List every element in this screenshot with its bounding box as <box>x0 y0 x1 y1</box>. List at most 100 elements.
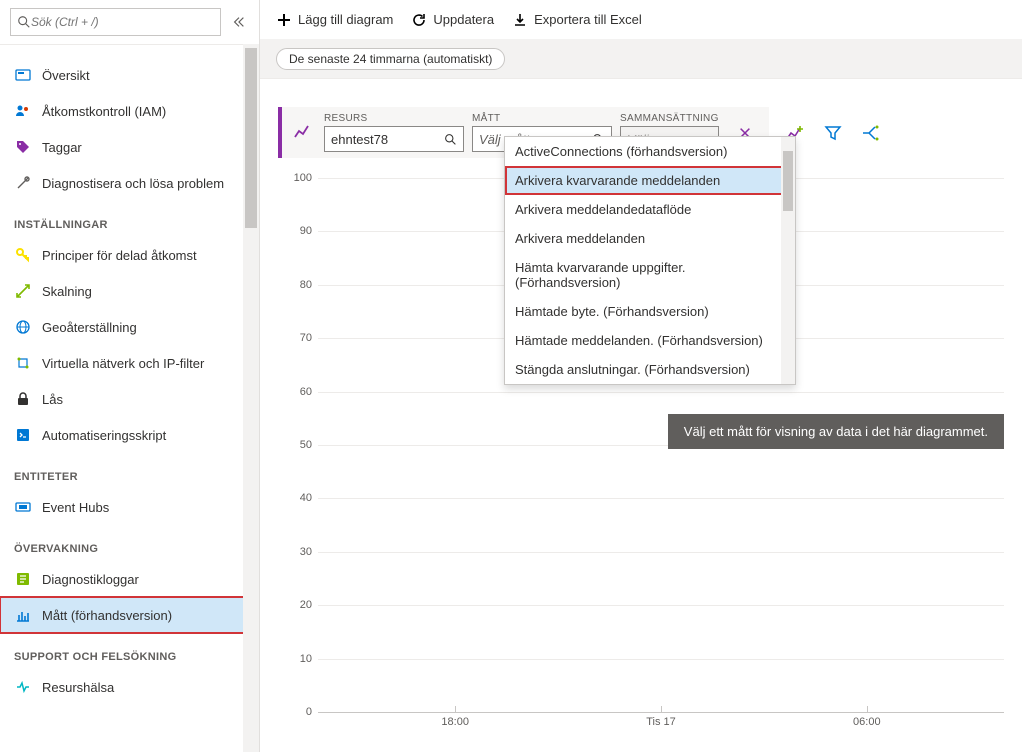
gridline <box>318 392 1004 393</box>
dropdown-item[interactable]: Arkivera kvarvarande meddelanden <box>505 166 795 195</box>
split-button[interactable] <box>859 121 883 145</box>
section-header-entities: ENTITETER <box>0 453 249 489</box>
y-tick-label: 20 <box>300 599 312 611</box>
sidebar-item-resource-health[interactable]: Resurshälsa <box>0 669 249 705</box>
resource-field: RESURS ehntest78 <box>324 113 464 152</box>
dropdown-item[interactable]: ActiveConnections (förhandsversion) <box>505 137 795 166</box>
export-excel-button[interactable]: Exportera till Excel <box>512 12 642 28</box>
x-tick-marks <box>318 706 1004 712</box>
section-header-support: SUPPORT OCH FELSÖKNING <box>0 633 249 669</box>
sidebar-item-automation[interactable]: Automatiseringsskript <box>0 417 249 453</box>
y-tick-label: 10 <box>300 653 312 665</box>
add-chart-button[interactable]: Lägg till diagram <box>276 12 393 28</box>
filter-button[interactable] <box>821 121 845 145</box>
field-label: SAMMANSÄTTNING <box>620 113 719 124</box>
sidebar-item-iam[interactable]: Åtkomstkontroll (IAM) <box>0 93 249 129</box>
sidebar-item-diagnose[interactable]: Diagnostisera och lösa problem <box>0 165 249 201</box>
dropdown-item[interactable]: Hämta kvarvarande uppgifter. (Förhandsve… <box>505 253 795 297</box>
health-icon <box>14 678 32 696</box>
globe-icon <box>14 318 32 336</box>
search-icon <box>17 15 31 29</box>
sidebar-item-label: Geoåterställning <box>42 320 137 335</box>
sidebar-item-geo[interactable]: Geoåterställning <box>0 309 249 345</box>
dropdown-item[interactable]: Arkivera meddelanden <box>505 224 795 253</box>
overview-icon <box>14 66 32 84</box>
sidebar-menu: Översikt Åtkomstkontroll (IAM) Taggar Di… <box>0 45 259 752</box>
key-icon <box>14 246 32 264</box>
y-tick-label: 100 <box>294 172 312 184</box>
section-header-monitoring: ÖVERVAKNING <box>0 525 249 561</box>
resource-picker[interactable]: ehntest78 <box>324 126 464 152</box>
chevron-double-left-icon <box>232 15 246 29</box>
button-label: Uppdatera <box>433 12 494 27</box>
toolbar: Lägg till diagram Uppdatera Exportera ti… <box>260 0 1022 40</box>
dropdown-scrollbar[interactable] <box>781 137 795 384</box>
collapse-sidebar-button[interactable] <box>227 10 251 34</box>
scale-icon <box>14 282 32 300</box>
y-tick-label: 40 <box>300 492 312 504</box>
sidebar-item-vnet[interactable]: Virtuella nätverk och IP-filter <box>0 345 249 381</box>
x-tick-mark <box>661 706 662 712</box>
people-icon <box>14 102 32 120</box>
search-row <box>0 0 259 45</box>
button-label: Lägg till diagram <box>298 12 393 27</box>
scrollbar-thumb[interactable] <box>245 48 257 228</box>
field-label: RESURS <box>324 113 464 124</box>
scrollbar-thumb[interactable] <box>783 151 793 211</box>
sidebar-item-scaling[interactable]: Skalning <box>0 273 249 309</box>
sidebar-item-locks[interactable]: Lås <box>0 381 249 417</box>
sidebar-item-label: Lås <box>42 392 63 407</box>
gridline <box>318 552 1004 553</box>
time-range-row: De senaste 24 timmarna (automatiskt) <box>260 40 1022 79</box>
y-tick-label: 70 <box>300 332 312 344</box>
sidebar-item-label: Diagnostikloggar <box>42 572 139 587</box>
sidebar-item-label: Principer för delad åtkomst <box>42 248 197 263</box>
search-box[interactable] <box>10 8 221 36</box>
tag-icon <box>14 138 32 156</box>
diag-icon <box>14 570 32 588</box>
y-tick-label: 60 <box>300 386 312 398</box>
pill-label: De senaste 24 timmarna (automatiskt) <box>289 52 492 66</box>
time-range-pill[interactable]: De senaste 24 timmarna (automatiskt) <box>276 48 505 70</box>
section-header-settings: INSTÄLLNINGAR <box>0 201 249 237</box>
x-tick-mark <box>455 706 456 712</box>
sidebar-item-label: Skalning <box>42 284 92 299</box>
sidebar-item-label: Översikt <box>42 68 90 83</box>
tools-icon <box>14 174 32 192</box>
sidebar-item-label: Automatiseringsskript <box>42 428 166 443</box>
sidebar-item-eventhubs[interactable]: Event Hubs <box>0 489 249 525</box>
sidebar-item-shared-access[interactable]: Principer för delad åtkomst <box>0 237 249 273</box>
dropdown-item[interactable]: Arkivera meddelandedataflöde <box>505 195 795 224</box>
sidebar-item-metrics[interactable]: Mått (förhandsversion) <box>0 597 249 633</box>
dropdown-item[interactable]: Hämtade byte. (Förhandsversion) <box>505 297 795 326</box>
x-tick-mark <box>867 706 868 712</box>
search-input[interactable] <box>31 15 214 29</box>
dropdown-item[interactable]: Hämtade meddelanden. (Förhandsversion) <box>505 326 795 355</box>
gridline <box>318 659 1004 660</box>
chart-empty-message: Välj ett mått för visning av data i det … <box>668 414 1004 449</box>
dropdown-item[interactable]: Stängda anslutningar. (Förhandsversion) <box>505 355 795 384</box>
sidebar-item-diagnostic-logs[interactable]: Diagnostikloggar <box>0 561 249 597</box>
sidebar: Översikt Åtkomstkontroll (IAM) Taggar Di… <box>0 0 260 752</box>
metric-dropdown[interactable]: ActiveConnections (förhandsversion)Arkiv… <box>504 136 796 385</box>
gridline <box>318 605 1004 606</box>
sidebar-item-label: Diagnostisera och lösa problem <box>42 176 224 191</box>
resource-value: ehntest78 <box>331 132 388 147</box>
sidebar-item-label: Virtuella nätverk och IP-filter <box>42 356 204 371</box>
y-tick-label: 80 <box>300 279 312 291</box>
download-icon <box>512 12 528 28</box>
metrics-icon <box>14 606 32 624</box>
field-label: MÅTT <box>472 113 612 124</box>
y-tick-label: 50 <box>300 439 312 451</box>
x-tick-label: 18:00 <box>441 716 469 728</box>
sidebar-scrollbar[interactable] <box>243 44 259 752</box>
refresh-button[interactable]: Uppdatera <box>411 12 494 28</box>
line-chart-icon <box>290 120 316 146</box>
sidebar-item-label: Resurshälsa <box>42 680 114 695</box>
y-tick-label: 30 <box>300 546 312 558</box>
sidebar-item-label: Taggar <box>42 140 82 155</box>
lock-icon <box>14 390 32 408</box>
sidebar-item-overview[interactable]: Översikt <box>0 57 249 93</box>
sidebar-item-tags[interactable]: Taggar <box>0 129 249 165</box>
script-icon <box>14 426 32 444</box>
